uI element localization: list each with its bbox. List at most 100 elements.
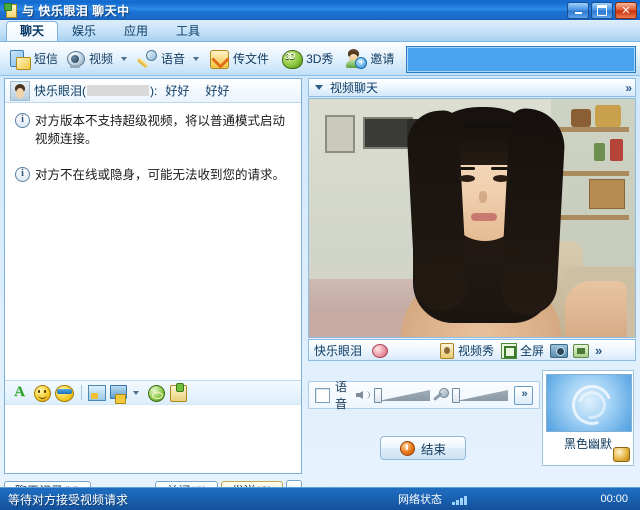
screenshot-dropdown-caret-icon[interactable] — [133, 390, 139, 395]
toolbar-label-voice: 语音 — [161, 52, 186, 66]
peer-name: 快乐眼泪 — [34, 84, 83, 98]
window-controls: ✕ — [567, 2, 637, 19]
font-icon[interactable]: A — [10, 383, 29, 402]
chat-panel: 快乐眼泪(): 好好 好好 i 对方版本不支持超级视频，将以普通模式启动视频连接。… — [4, 78, 302, 474]
status-message: 等待对方接受视频请求 — [8, 492, 129, 507]
avatar — [10, 80, 30, 101]
chevron-down-icon[interactable] — [315, 85, 323, 90]
audio-control-row: 语音 » — [308, 380, 540, 411]
power-icon — [399, 440, 415, 456]
minimize-button[interactable] — [567, 2, 589, 19]
toolbar-divider — [81, 385, 82, 400]
close-button[interactable]: ✕ — [615, 2, 637, 19]
video-show-icon[interactable] — [438, 342, 455, 359]
mask-icon[interactable] — [371, 342, 389, 358]
system-message: i 对方不在线或隐身，可能无法收到您的请求。 — [13, 166, 293, 184]
toolbar-label-file-transfer: 传文件 — [233, 52, 270, 66]
peer-id-close-paren: ): — [150, 84, 158, 98]
toolbar-button-voice[interactable]: 语音 — [133, 46, 188, 72]
invite-icon: + — [345, 48, 368, 70]
end-call-button[interactable]: 结束 — [380, 436, 466, 460]
video-peer-name: 快乐眼泪 — [314, 343, 363, 358]
toolbar-label-invite: 邀请 — [370, 52, 395, 66]
speaker-icon[interactable] — [356, 388, 371, 402]
toolbar-button-invite[interactable]: + 邀请 — [342, 46, 397, 72]
toolbar-button-video[interactable]: 视频 — [61, 46, 116, 72]
tab-applications[interactable]: 应用 — [110, 21, 162, 41]
video-panel-expand-button[interactable]: » — [625, 81, 632, 95]
system-message: i 对方版本不支持超级视频，将以普通模式启动视频连接。 — [13, 112, 293, 148]
switch-view-icon[interactable] — [572, 342, 590, 358]
peer-preview: 好好 好好 — [165, 82, 229, 99]
emoticon-badge-icon[interactable] — [613, 447, 630, 462]
call-timer: 00:00 — [600, 493, 628, 505]
close-icon: ✕ — [621, 4, 631, 17]
image-icon[interactable] — [87, 383, 106, 402]
end-call-label: 结束 — [420, 442, 446, 457]
toolbar-label-3d-show: 3D秀 — [306, 52, 334, 66]
audio-expand-button[interactable]: » — [514, 385, 533, 405]
peer-id-redacted — [87, 85, 150, 96]
voice-dropdown-caret-icon[interactable] — [193, 56, 200, 61]
fullscreen-icon[interactable] — [500, 342, 518, 359]
thumbnail-image — [546, 374, 632, 432]
snapshot-camera-icon[interactable] — [550, 342, 569, 358]
video-toolbar-more-button[interactable]: » — [595, 343, 602, 358]
speaker-volume-slider[interactable] — [374, 387, 430, 403]
video-toolbar: 快乐眼泪 视频秀 全屏 » — [308, 339, 636, 361]
maximize-button[interactable] — [591, 2, 613, 19]
video-panel-title: 视频聊天 — [330, 81, 379, 95]
message-input[interactable] — [5, 405, 301, 473]
wink-face-icon[interactable] — [54, 383, 74, 402]
gift-icon[interactable] — [168, 383, 187, 402]
toolbar-button-sms[interactable]: 短信 — [6, 46, 61, 72]
input-toolbar: A — [5, 380, 301, 405]
menu-tab-bar: 聊天 娱乐 应用 工具 — [0, 20, 640, 42]
tab-tools[interactable]: 工具 — [162, 21, 214, 41]
system-message-text: 对方版本不支持超级视频，将以普通模式启动视频连接。 — [35, 114, 286, 146]
file-transfer-icon — [208, 48, 230, 70]
video-panel-header: 视频聊天 » — [308, 78, 636, 97]
status-bar: 等待对方接受视频请求 网络状态 00:00 — [0, 487, 640, 510]
screenshot-icon[interactable] — [109, 383, 128, 404]
microphone-slider-knob[interactable] — [452, 388, 460, 403]
toolbar-button-3d-show[interactable]: 3D 3D秀 — [278, 46, 336, 72]
video-display[interactable] — [308, 98, 636, 338]
voice-checkbox[interactable] — [315, 387, 330, 403]
emoticon-icon[interactable] — [32, 383, 51, 402]
video-show-label[interactable]: 视频秀 — [458, 342, 494, 359]
peer-id-open-paren: ( — [82, 84, 87, 98]
signal-strength-icon — [452, 496, 467, 505]
peer-info-bar: 快乐眼泪(): 好好 好好 — [5, 79, 301, 103]
peer-preview-1: 好好 — [165, 84, 190, 98]
peer-name-line: 快乐眼泪(): — [34, 82, 157, 99]
avatar-thumbnail-card[interactable]: 黑色幽默 — [542, 370, 634, 466]
window-title: 与 快乐眼泪 聊天中 — [22, 3, 130, 18]
message-area: i 对方版本不支持超级视频，将以普通模式启动视频连接。 i 对方不在线或隐身，可… — [5, 103, 301, 380]
tab-entertainment[interactable]: 娱乐 — [58, 21, 110, 41]
system-message-text: 对方不在线或隐身，可能无法收到您的请求。 — [35, 168, 286, 182]
voice-label: 语音 — [335, 380, 348, 411]
microphone-icon[interactable] — [433, 387, 450, 403]
toolbar-button-file-transfer[interactable]: 传文件 — [205, 46, 272, 72]
toolbar-label-video: 视频 — [89, 52, 114, 66]
fullscreen-label[interactable]: 全屏 — [520, 342, 544, 359]
toolbar-extra-area — [406, 46, 636, 73]
peer-preview-2: 好好 — [205, 84, 230, 98]
app-icon — [4, 3, 18, 18]
video-panel: 视频聊天 » 快乐眼泪 视频秀 全屏 » 语音 » 黑色幽默 结束 — [308, 78, 636, 474]
speaker-slider-knob[interactable] — [374, 388, 382, 403]
microphone-volume-slider[interactable] — [452, 387, 508, 403]
info-icon: i — [15, 167, 30, 182]
microphone-icon — [136, 48, 158, 70]
video-dropdown-caret-icon[interactable] — [121, 56, 128, 61]
globe-icon[interactable] — [146, 383, 165, 402]
webcam-icon — [64, 48, 86, 70]
3d-show-icon: 3D — [281, 48, 304, 70]
network-status-label: 网络状态 — [398, 494, 442, 506]
tab-chat[interactable]: 聊天 — [6, 21, 59, 41]
sms-icon — [9, 48, 31, 70]
qq-chat-window: 与 快乐眼泪 聊天中 ✕ 聊天 娱乐 应用 工具 短信 视频 语音 传文件 3D… — [0, 0, 640, 510]
toolbar-label-sms: 短信 — [34, 52, 59, 66]
info-icon: i — [15, 113, 30, 128]
